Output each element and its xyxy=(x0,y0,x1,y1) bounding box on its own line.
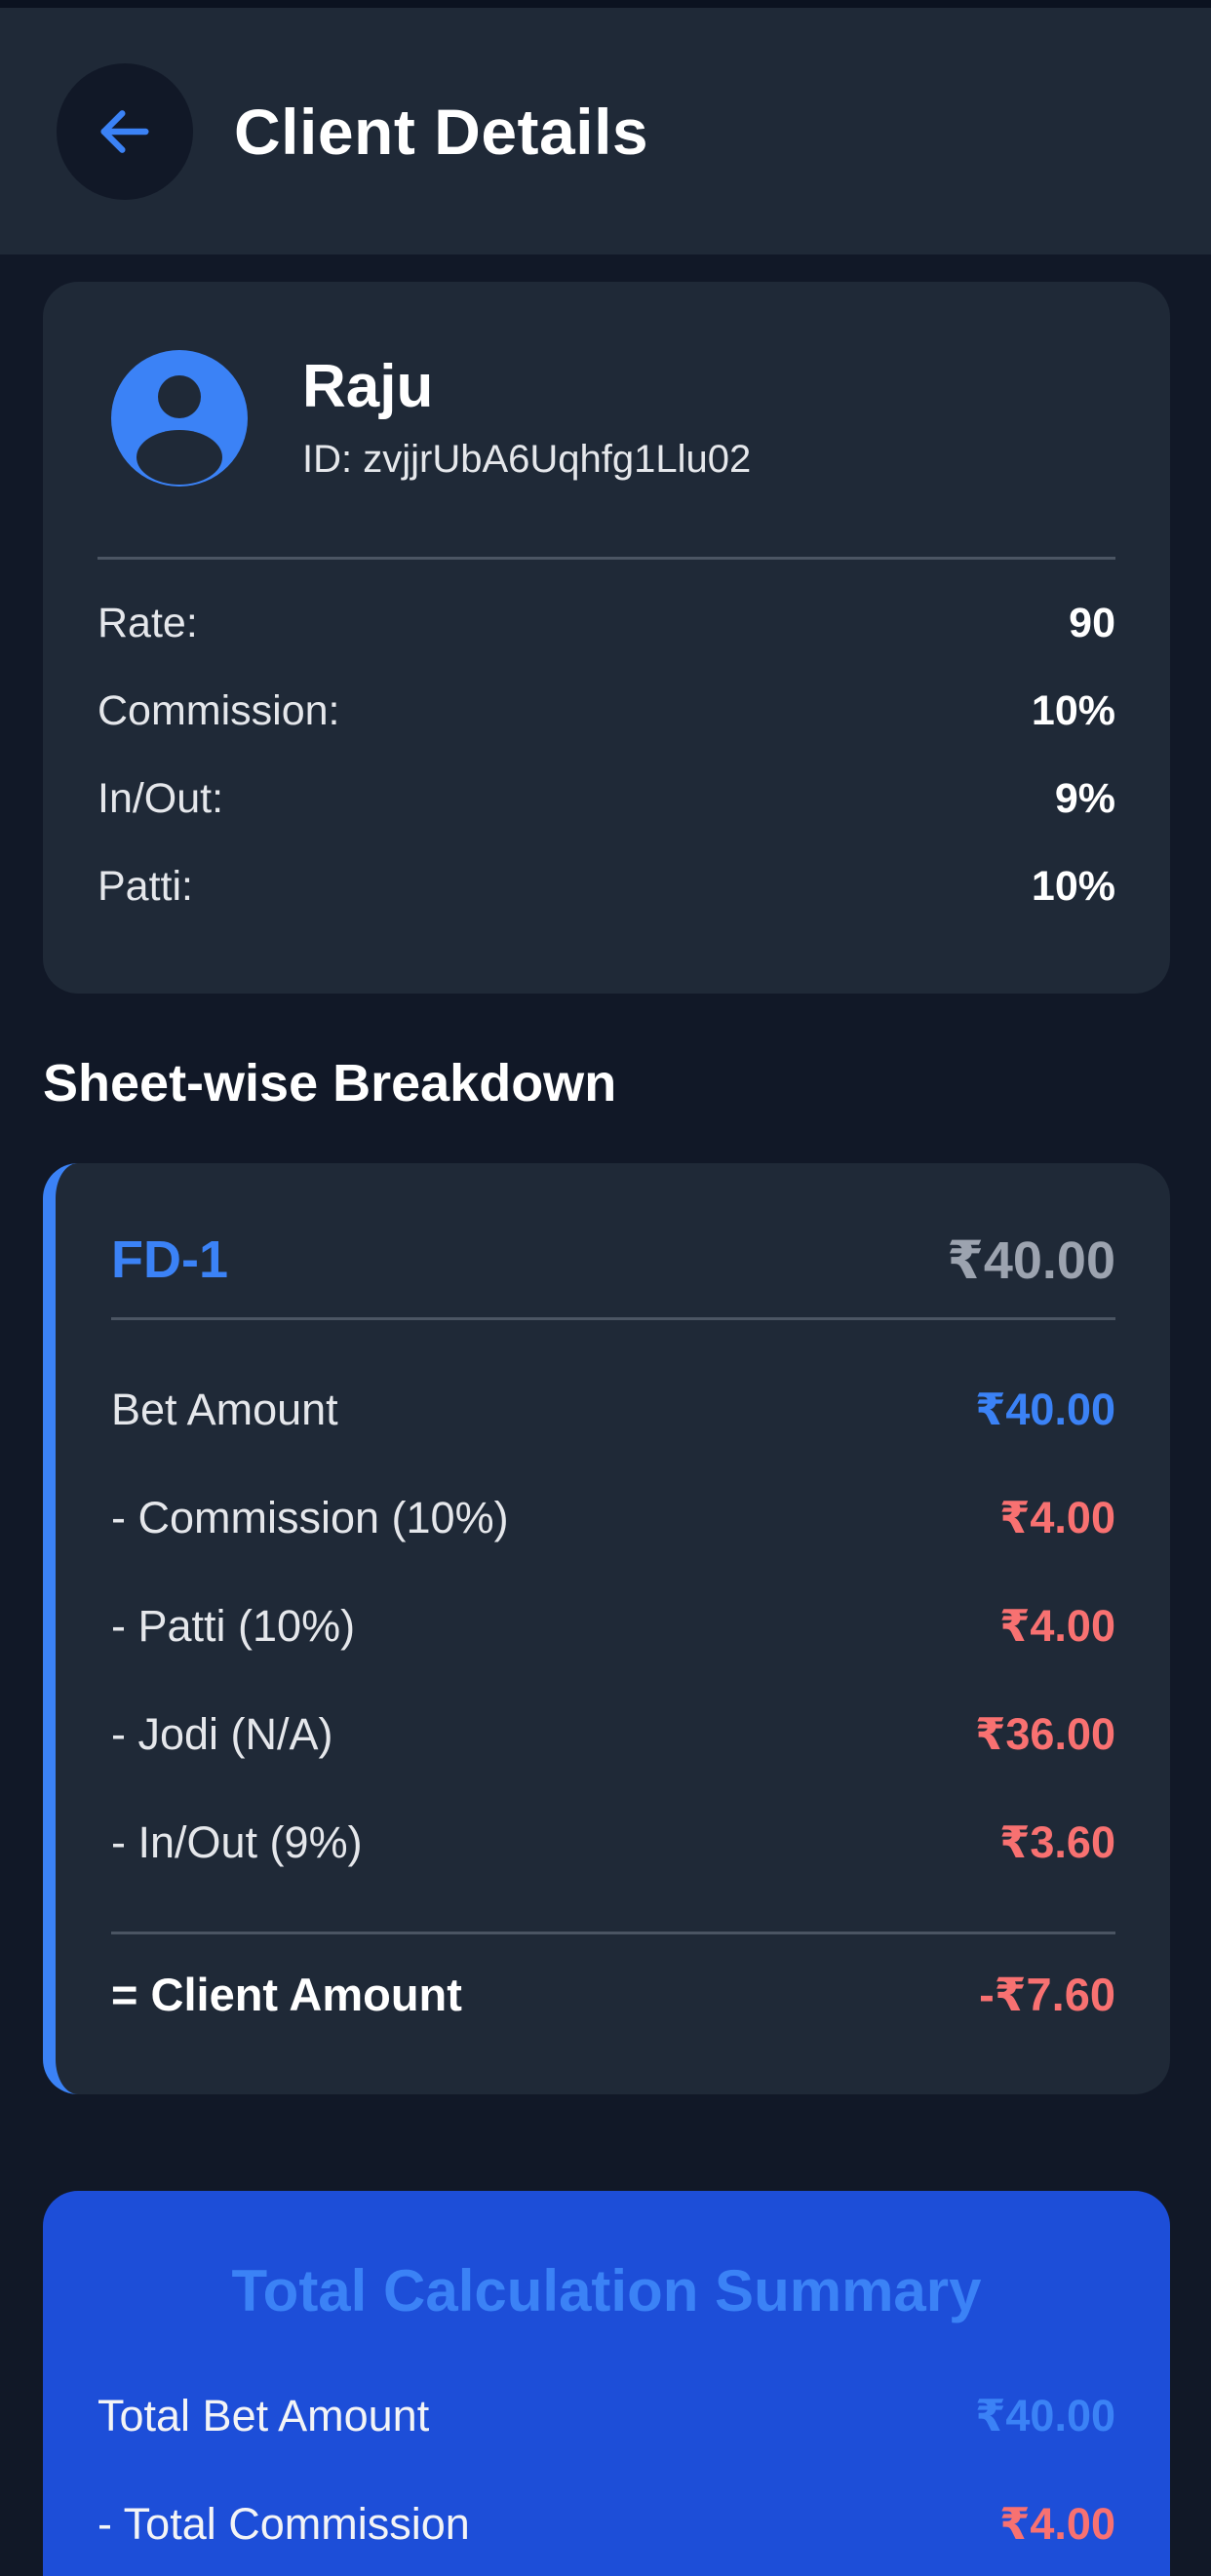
detail-label: Commission: xyxy=(98,687,340,734)
summary-label: - Total Commission xyxy=(98,2499,470,2549)
client-name: Raju xyxy=(302,353,434,420)
detail-row-commission: Commission: 10% xyxy=(98,685,1115,736)
summary-value: ₹4.00 xyxy=(999,2499,1115,2549)
sheet-name: FD-1 xyxy=(111,1230,228,1289)
divider xyxy=(111,1317,1115,1320)
detail-label: Patti: xyxy=(98,863,193,910)
page-title: Client Details xyxy=(234,95,649,168)
sheet-row-commission: - Commission (10%) ₹4.00 xyxy=(111,1491,1115,1545)
summary-title: Total Calculation Summary xyxy=(231,2258,982,2323)
client-details-screen: Client Details Raju ID: zvjjrUbA6Uqhfg1L… xyxy=(0,0,1211,2576)
client-id: ID: zvjjrUbA6Uqhfg1Llu02 xyxy=(302,438,752,481)
row-value: ₹4.00 xyxy=(999,1493,1115,1542)
client-amount-row: = Client Amount -₹7.60 xyxy=(111,1968,1115,2022)
user-avatar-icon xyxy=(111,350,248,487)
summary-label: Total Bet Amount xyxy=(98,2391,430,2440)
divider xyxy=(98,557,1115,560)
section-title: Sheet-wise Breakdown xyxy=(43,1054,617,1112)
row-value: ₹3.60 xyxy=(999,1817,1115,1867)
row-label: Bet Amount xyxy=(111,1385,338,1434)
detail-row-rate: Rate: 90 xyxy=(98,598,1115,648)
row-value: ₹40.00 xyxy=(975,1385,1115,1434)
sheet-total: ₹40.00 xyxy=(947,1231,1115,1290)
detail-value: 9% xyxy=(1054,775,1115,822)
total-summary-card: Total Calculation Summary Total Bet Amou… xyxy=(43,2191,1170,2576)
sheet-card-fd-1[interactable]: FD-1 ₹40.00 Bet Amount ₹40.00 - Commissi… xyxy=(43,1163,1170,2094)
divider xyxy=(111,1932,1115,1934)
detail-row-in-out: In/Out: 9% xyxy=(98,773,1115,824)
client-amount-label: = Client Amount xyxy=(111,1969,462,2020)
row-label: - Jodi (N/A) xyxy=(111,1709,333,1759)
summary-row-total-commission: - Total Commission ₹4.00 xyxy=(98,2497,1115,2552)
detail-value: 90 xyxy=(1069,600,1115,646)
sheet-row-patti: - Patti (10%) ₹4.00 xyxy=(111,1599,1115,1654)
detail-value: 10% xyxy=(1031,687,1115,734)
detail-row-patti: Patti: 10% xyxy=(98,861,1115,912)
sheet-row-jodi: - Jodi (N/A) ₹36.00 xyxy=(111,1707,1115,1762)
row-label: - Patti (10%) xyxy=(111,1601,356,1651)
arrow-left-icon xyxy=(100,109,149,153)
back-button[interactable] xyxy=(57,62,193,200)
row-label: - Commission (10%) xyxy=(111,1493,509,1542)
detail-label: Rate: xyxy=(98,600,198,646)
summary-value: ₹40.00 xyxy=(975,2391,1115,2440)
app-header: Client Details xyxy=(0,8,1211,254)
detail-label: In/Out: xyxy=(98,775,224,822)
client-amount-value: -₹7.60 xyxy=(979,1969,1115,2020)
client-profile-card: Raju ID: zvjjrUbA6Uqhfg1Llu02 Rate: 90 C… xyxy=(43,282,1170,994)
summary-row-total-bet: Total Bet Amount ₹40.00 xyxy=(98,2389,1115,2443)
sheet-row-in-out: - In/Out (9%) ₹3.60 xyxy=(111,1815,1115,1870)
status-bar-strip xyxy=(0,0,1211,8)
sheet-row-bet-amount: Bet Amount ₹40.00 xyxy=(111,1383,1115,1437)
row-label: - In/Out (9%) xyxy=(111,1817,363,1867)
row-value: ₹4.00 xyxy=(999,1601,1115,1651)
detail-value: 10% xyxy=(1031,863,1115,910)
row-value: ₹36.00 xyxy=(975,1709,1115,1759)
